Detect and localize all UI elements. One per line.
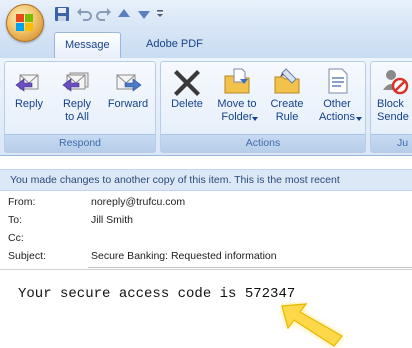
create-rule-label: Create Rule: [270, 98, 304, 123]
header-divider: [88, 267, 412, 268]
title-bar: [0, 0, 412, 30]
junk-group-label: Ju: [371, 134, 412, 152]
delete-label: Delete: [171, 98, 203, 110]
forward-label: Forward: [107, 98, 149, 110]
block-sender-button[interactable]: Block Sende: [375, 64, 412, 134]
actions-group: Delete Move to Folder Create Rule Other …: [160, 61, 366, 153]
undo-icon[interactable]: [76, 6, 92, 22]
create-rule-button[interactable]: Create Rule: [265, 64, 309, 134]
other-actions-button[interactable]: Other Actions: [311, 64, 363, 134]
actions-group-label: Actions: [161, 134, 365, 152]
block-sender-label: Block Sende: [377, 98, 409, 123]
delete-icon: [172, 66, 202, 96]
move-to-folder-button[interactable]: Move to Folder: [211, 64, 263, 134]
subject-value: Secure Banking: Requested information: [91, 250, 277, 262]
save-icon[interactable]: [54, 6, 70, 22]
reply-icon: [14, 66, 44, 96]
reply-all-icon: [62, 66, 92, 96]
next-item-icon[interactable]: [136, 6, 152, 22]
subject-label: Subject:: [8, 250, 46, 262]
move-to-folder-icon: [222, 66, 252, 96]
chevron-down-icon: [252, 112, 258, 121]
forward-button[interactable]: Forward: [103, 64, 153, 134]
info-bar[interactable]: You made changes to another copy of this…: [0, 169, 412, 191]
customize-qat-icon[interactable]: [156, 6, 164, 22]
block-sender-icon: [381, 66, 411, 96]
to-value[interactable]: Jill Smith: [91, 212, 133, 228]
highlight-arrow-icon: [281, 303, 343, 347]
tab-adobe-pdf[interactable]: Adobe PDF: [136, 32, 213, 56]
office-logo-icon: [16, 14, 33, 31]
outlook-message-window: Message Adobe PDF Reply Reply to All For…: [0, 0, 412, 348]
junk-email-group: Block Sende Ju: [370, 61, 412, 153]
to-label: To:: [8, 214, 23, 226]
office-button[interactable]: [6, 4, 44, 42]
message-body-text: Your secure access code is 572347: [18, 286, 296, 302]
redo-icon[interactable]: [96, 6, 112, 22]
respond-group-label: Respond: [5, 134, 155, 152]
other-actions-icon: [322, 66, 352, 96]
ribbon: Reply Reply to All Forward Respond Delet…: [0, 58, 412, 156]
cc-label: Cc:: [8, 232, 24, 244]
create-rule-icon: [272, 66, 302, 96]
from-label: From:: [8, 196, 36, 208]
tab-message[interactable]: Message: [54, 32, 121, 59]
forward-icon: [113, 66, 143, 96]
reply-label: Reply: [14, 98, 44, 110]
reply-all-button[interactable]: Reply to All: [53, 64, 101, 134]
previous-item-icon[interactable]: [116, 6, 132, 22]
from-value[interactable]: noreply@trufcu.com: [91, 194, 185, 210]
to-row: To: Jill Smith: [0, 212, 412, 228]
from-row: From: noreply@trufcu.com: [0, 194, 412, 210]
cc-row: Cc:: [0, 230, 412, 246]
subject-row: Subject: Secure Banking: Requested infor…: [0, 248, 412, 264]
chevron-down-icon: [356, 112, 362, 121]
reply-button[interactable]: Reply: [7, 64, 51, 134]
respond-group: Reply Reply to All Forward Respond: [4, 61, 156, 153]
reply-all-label: Reply to All: [62, 98, 92, 123]
delete-button[interactable]: Delete: [165, 64, 209, 134]
ribbon-tab-bar: Message Adobe PDF: [0, 30, 412, 59]
